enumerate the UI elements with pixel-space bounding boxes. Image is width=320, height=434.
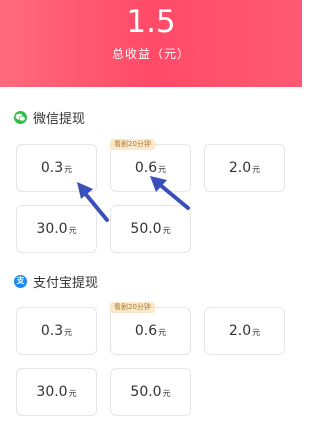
- option-amount: 0.6: [134, 323, 158, 339]
- wechat-option-50-0[interactable]: 50.0 元: [110, 205, 191, 253]
- wechat-withdraw-title: 微信提现: [14, 108, 86, 127]
- option-amount: 2.0: [228, 323, 252, 339]
- option-unit: 元: [252, 164, 261, 174]
- option-unit: 元: [64, 327, 73, 337]
- option-unit: 元: [158, 164, 167, 174]
- earnings-header: 1.5 总收益（元）: [0, 0, 302, 87]
- alipay-option-0-6[interactable]: 看剧20分钟 0.6 元: [110, 302, 191, 355]
- option-unit: 元: [68, 388, 77, 398]
- alipay-option-50-0[interactable]: 50.0 元: [110, 368, 191, 416]
- option-amount: 30.0: [36, 384, 68, 400]
- option-amount: 0.6: [134, 160, 158, 176]
- option-unit: 元: [162, 388, 171, 398]
- watch-drama-tag: 看剧20分钟: [110, 302, 155, 313]
- option-amount: 50.0: [130, 384, 162, 400]
- option-unit: 元: [252, 327, 261, 337]
- option-amount: 0.3: [40, 160, 64, 176]
- alipay-option-0-3[interactable]: 0.3 元: [16, 307, 97, 355]
- option-unit: 元: [158, 327, 167, 337]
- watch-drama-tag: 看剧20分钟: [110, 139, 155, 150]
- wechat-option-0-6[interactable]: 看剧20分钟 0.6 元: [110, 139, 191, 192]
- alipay-icon: 支: [14, 274, 27, 288]
- option-amount: 30.0: [36, 221, 68, 237]
- wechat-option-0-3[interactable]: 0.3 元: [16, 144, 97, 192]
- wechat-icon: [14, 110, 27, 124]
- wechat-option-2-0[interactable]: 2.0 元: [204, 144, 285, 192]
- alipay-withdraw-label: 支付宝提现: [33, 275, 99, 291]
- wechat-option-30-0[interactable]: 30.0 元: [16, 205, 97, 253]
- alipay-withdraw-title: 支 支付宝提现: [14, 272, 99, 291]
- option-amount: 2.0: [228, 160, 252, 176]
- alipay-option-2-0[interactable]: 2.0 元: [204, 307, 285, 355]
- wechat-withdraw-label: 微信提现: [33, 111, 86, 127]
- total-earnings-label: 总收益（元）: [111, 47, 190, 61]
- option-amount: 0.3: [40, 323, 64, 339]
- alipay-option-30-0[interactable]: 30.0 元: [16, 368, 97, 416]
- option-unit: 元: [162, 225, 171, 235]
- option-amount: 50.0: [130, 221, 162, 237]
- total-earnings-amount: 1.5: [126, 4, 176, 40]
- option-unit: 元: [64, 164, 73, 174]
- option-unit: 元: [68, 225, 77, 235]
